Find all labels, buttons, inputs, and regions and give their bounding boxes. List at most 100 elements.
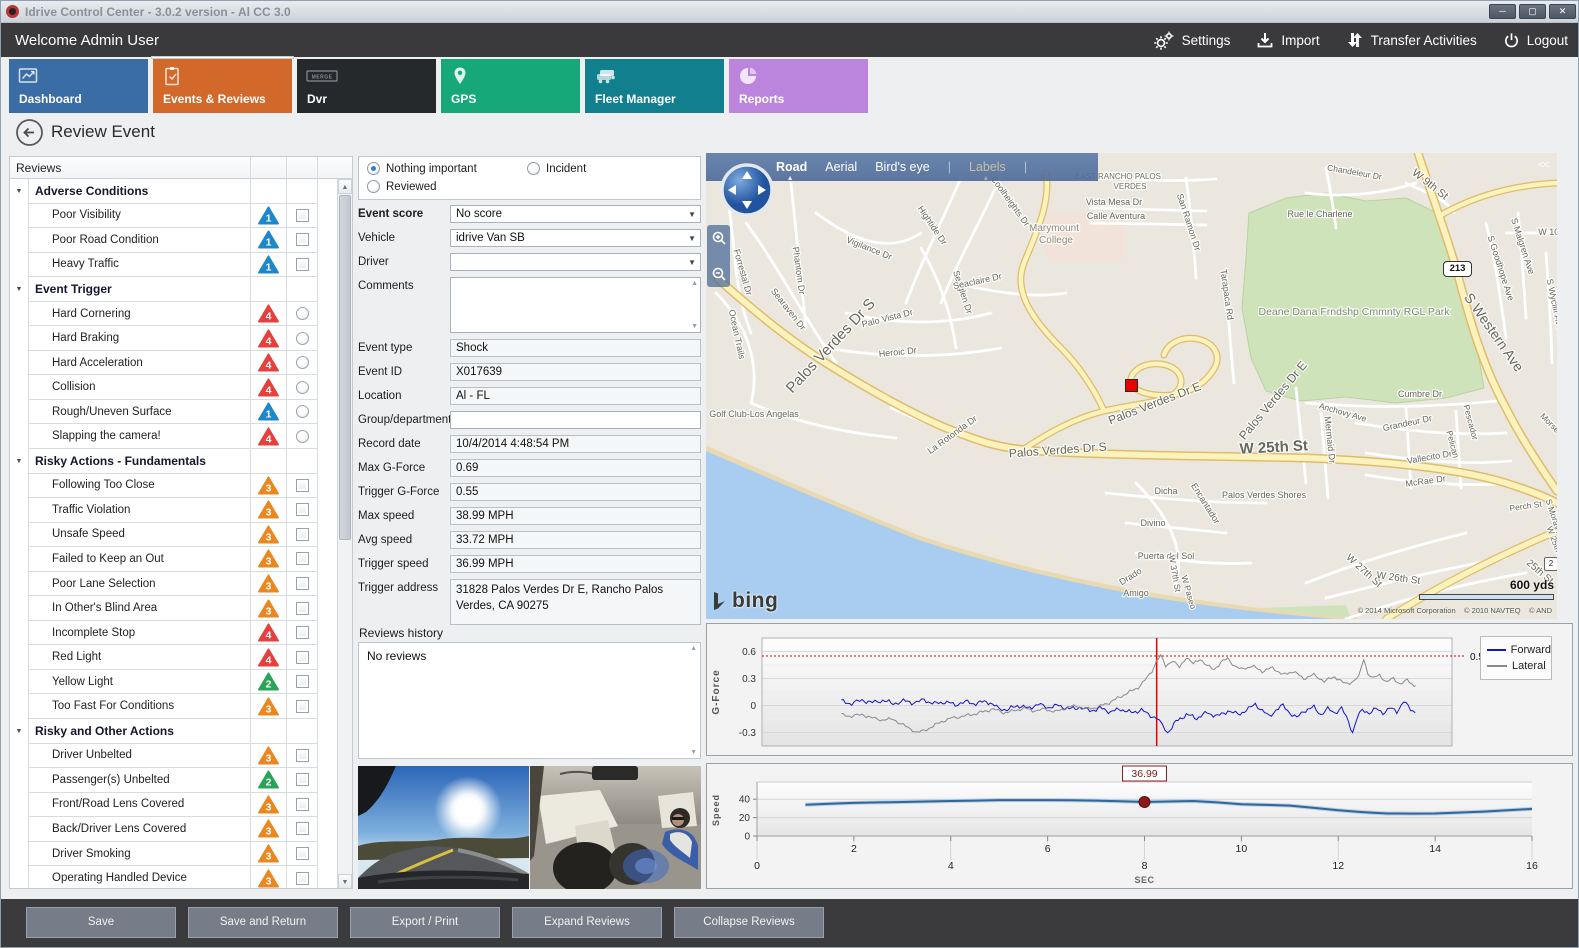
group-department-label: Group/department [358, 411, 450, 435]
zoom-in-icon[interactable] [711, 230, 727, 246]
collapse-arrow-icon[interactable]: ▼ [10, 277, 28, 302]
review-item-checkbox[interactable] [296, 552, 309, 565]
review-item-checkbox[interactable] [296, 258, 309, 271]
save-and-return-button[interactable]: Save and Return [188, 907, 338, 938]
scroll-up-icon[interactable]: ▲ [691, 280, 698, 287]
svg-text:4: 4 [266, 361, 272, 372]
review-item-radio[interactable] [296, 381, 309, 394]
review-item-radio[interactable] [296, 332, 309, 345]
tab-dvr[interactable]: MERGE Dvr [297, 59, 436, 113]
review-item-checkbox[interactable] [296, 700, 309, 713]
driver-select[interactable]: ▼ [450, 253, 701, 271]
collapse-reviews-button[interactable]: Collapse Reviews [674, 907, 824, 938]
record-date-label: Record date [358, 435, 450, 459]
review-item-radio[interactable] [296, 430, 309, 443]
review-category-row[interactable]: ▼Risky Actions - Fundamentals [10, 449, 339, 474]
review-item-checkbox[interactable] [296, 798, 309, 811]
comments-textarea[interactable]: ▲▼ [450, 277, 701, 333]
review-item-checkbox[interactable] [296, 822, 309, 835]
review-item-radio[interactable] [296, 356, 309, 369]
review-item-label: Driver Smoking [28, 842, 250, 867]
title-bar[interactable]: Idrive Control Center - 3.0.2 version - … [1, 1, 1579, 23]
status-option-reviewed[interactable]: Reviewed [367, 180, 437, 193]
severity-1-triangle-icon: 1 [258, 206, 279, 225]
collapse-arrow-icon[interactable]: ▼ [10, 719, 28, 744]
review-item-row: Rough/Uneven Surface1 [10, 400, 339, 425]
review-item-label: Following Too Close [28, 474, 250, 499]
tab-fleet-manager[interactable]: Fleet Manager [585, 59, 724, 113]
tab-events-reviews[interactable]: Events & Reviews [153, 59, 292, 113]
map-canvas[interactable]: Palos Verdes Dr SPalos Verdes Dr SW 25th… [706, 153, 1557, 619]
map-view-aerial[interactable]: Aerial [825, 160, 857, 174]
review-item-checkbox[interactable] [296, 626, 309, 639]
map-compass-control[interactable] [720, 163, 774, 217]
review-item-checkbox[interactable] [296, 675, 309, 688]
transfer-activities-button[interactable]: Transfer Activities [1346, 31, 1477, 49]
review-item-checkbox[interactable] [296, 209, 309, 222]
review-item-checkbox[interactable] [296, 749, 309, 762]
export-print-button[interactable]: Export / Print [350, 907, 500, 938]
minimize-button[interactable]: ─ [1489, 4, 1516, 19]
map-view-labels[interactable]: Labels [969, 160, 1006, 174]
save-button[interactable]: Save [26, 907, 176, 938]
review-item-checkbox[interactable] [296, 847, 309, 860]
vehicle-select[interactable]: idrive Van SB▼ [450, 229, 701, 247]
group-department-input[interactable] [450, 411, 701, 429]
radio-icon[interactable] [527, 162, 540, 175]
reviews-scrollbar[interactable]: ▲ ▼ [337, 179, 352, 889]
forward-camera-thumbnail[interactable] [358, 766, 529, 889]
scroll-down-icon[interactable]: ▼ [690, 749, 697, 756]
review-item-checkbox[interactable] [296, 773, 309, 786]
logout-button[interactable]: Logout [1503, 32, 1568, 49]
tab-dashboard[interactable]: Dashboard [9, 59, 148, 113]
map-view-road[interactable]: Road [776, 160, 807, 174]
maximize-button[interactable]: ▢ [1519, 4, 1546, 19]
review-item-label: Rough/Uneven Surface [28, 400, 250, 425]
zoom-out-icon[interactable] [711, 266, 727, 282]
import-button[interactable]: Import [1256, 31, 1319, 49]
settings-button[interactable]: Settings [1153, 31, 1231, 50]
svg-text:Speed: Speed [711, 794, 721, 826]
review-item-checkbox[interactable] [296, 577, 309, 590]
review-item-row: Front/Road Lens Covered3 [10, 793, 339, 818]
review-item-checkbox[interactable] [296, 602, 309, 615]
review-item-radio[interactable] [296, 307, 309, 320]
map-view-birdseye[interactable]: Bird's eye [875, 160, 930, 174]
status-option-nothing-important[interactable]: Nothing important [367, 162, 477, 175]
review-item-checkbox[interactable] [296, 528, 309, 541]
scroll-up-icon[interactable]: ▲ [338, 179, 352, 194]
back-button[interactable] [15, 118, 44, 147]
status-option-incident[interactable]: Incident [527, 162, 586, 175]
review-category-row[interactable]: ▼Adverse Conditions [10, 179, 339, 204]
radio-icon[interactable] [367, 162, 380, 175]
review-item-radio[interactable] [296, 405, 309, 418]
radio-icon[interactable] [367, 180, 380, 193]
collapse-arrow-icon[interactable]: ▼ [10, 179, 28, 204]
map-toolbar-collapse-icon[interactable]: << [1538, 159, 1549, 171]
svg-text:3: 3 [266, 876, 272, 887]
scroll-up-icon[interactable]: ▲ [690, 645, 697, 652]
cabin-camera-thumbnail[interactable] [530, 766, 701, 889]
review-item-checkbox[interactable] [296, 872, 309, 885]
review-item-row: Poor Lane Selection3 [10, 572, 339, 597]
review-category-row[interactable]: ▼Risky and Other Actions [10, 719, 339, 744]
event-score-select[interactable]: No score▼ [450, 205, 701, 223]
review-item-row: Unsafe Speed3 [10, 523, 339, 548]
review-item-checkbox[interactable] [296, 233, 309, 246]
chevron-down-icon: ▼ [688, 234, 696, 243]
scroll-down-icon[interactable]: ▼ [338, 874, 352, 889]
review-category-row[interactable]: ▼Event Trigger [10, 277, 339, 302]
review-category-label: Risky Actions - Fundamentals [28, 449, 250, 474]
svg-text:SEC: SEC [1134, 875, 1154, 885]
tab-gps[interactable]: GPS [441, 59, 580, 113]
close-button[interactable]: ✕ [1549, 4, 1576, 19]
review-item-checkbox[interactable] [296, 651, 309, 664]
expand-reviews-button[interactable]: Expand Reviews [512, 907, 662, 938]
scrollbar-thumb[interactable] [339, 195, 351, 540]
review-item-checkbox[interactable] [296, 479, 309, 492]
collapse-arrow-icon[interactable]: ▼ [10, 449, 28, 474]
review-item-checkbox[interactable] [296, 503, 309, 516]
tab-reports[interactable]: Reports [729, 59, 868, 113]
review-item-label: Too Fast For Conditions [28, 694, 250, 719]
scroll-down-icon[interactable]: ▼ [691, 323, 698, 330]
